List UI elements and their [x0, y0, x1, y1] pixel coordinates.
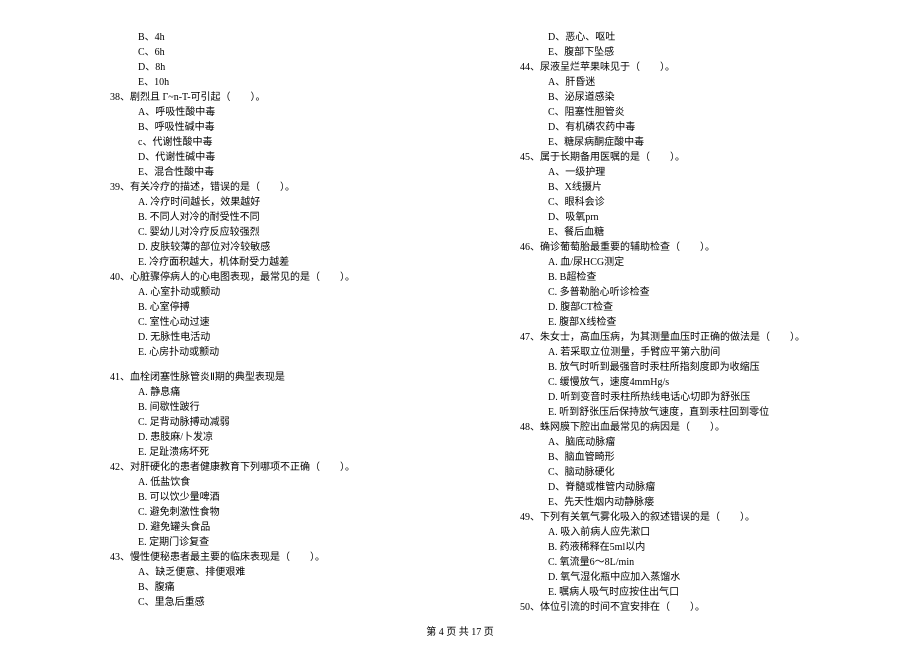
q45-opt-e: E、餐后血糖	[520, 225, 870, 240]
q49-opt-c: C. 氧流量6～8L/min	[520, 555, 870, 570]
q44-opt-d: D、有机磷农药中毒	[520, 120, 870, 135]
q44-opt-b: B、泌尿道感染	[520, 90, 870, 105]
q46-opt-d: D. 腹部CT检查	[520, 300, 870, 315]
q49-opt-a: A. 吸入前病人应先漱口	[520, 525, 870, 540]
q39-opt-c: C. 婴幼儿对冷疗反应较强烈	[110, 225, 460, 240]
q42-opt-c: C. 避免刺激性食物	[110, 505, 460, 520]
q47: 47、朱女士，高血压病，为其测量血压时正确的做法是（ ）。	[520, 330, 870, 345]
q46-opt-a: A. 血/尿HCG测定	[520, 255, 870, 270]
q41-opt-e: E. 足趾溃疡坏死	[110, 445, 460, 460]
q50: 50、体位引流的时间不宜安排在（ ）。	[520, 600, 870, 615]
q43-opt-c: C、里急后重感	[110, 595, 460, 610]
q45-opt-c: C、眼科会诊	[520, 195, 870, 210]
q47-opt-e: E. 听到舒张压后保持放气速度，直到汞柱回到零位	[520, 405, 870, 420]
q45: 45、属于长期备用医嘱的是（ ）。	[520, 150, 870, 165]
q39: 39、有关冷疗的描述，错误的是（ ）。	[110, 180, 460, 195]
q41-opt-c: C. 足背动脉搏动减弱	[110, 415, 460, 430]
q43: 43、慢性便秘患者最主要的临床表现是（ ）。	[110, 550, 460, 565]
q42-opt-d: D. 避免罐头食品	[110, 520, 460, 535]
q38-opt-d: D、代谢性碱中毒	[110, 150, 460, 165]
q38: 38、剧烈且 Γ~n-T-可引起（ ）。	[110, 90, 460, 105]
q48-opt-b: B、脑血管畸形	[520, 450, 870, 465]
q42-opt-a: A. 低盐饮食	[110, 475, 460, 490]
q48-opt-c: C、脑动脉硬化	[520, 465, 870, 480]
q47-opt-b: B. 放气时听到最强音时汞柱所指刻度即为收缩压	[520, 360, 870, 375]
q47-opt-a: A. 若采取立位测量，手臂应平第六肋间	[520, 345, 870, 360]
q45-opt-b: B、X线摄片	[520, 180, 870, 195]
q44-opt-a: A、肝昏迷	[520, 75, 870, 90]
q41: 41、血栓闭塞性脉管炎Ⅱ期的典型表现是	[110, 370, 460, 385]
q47-opt-c: C. 缓慢放气，速度4mmHg/s	[520, 375, 870, 390]
q37-opt-e: E、10h	[110, 75, 460, 90]
q39-opt-a: A. 冷疗时间越长，效果越好	[110, 195, 460, 210]
q37-opt-d: D、8h	[110, 60, 460, 75]
q46-opt-c: C. 多普勒胎心听诊检查	[520, 285, 870, 300]
q42-opt-b: B. 可以饮少量啤酒	[110, 490, 460, 505]
q39-opt-e: E. 冷疗面积越大，机体耐受力越差	[110, 255, 460, 270]
q43-opt-a: A、缺乏便意、排便艰难	[110, 565, 460, 580]
q46-opt-e: E. 腹部X线检查	[520, 315, 870, 330]
q48: 48、蛛网膜下腔出血最常见的病因是（ ）。	[520, 420, 870, 435]
q39-opt-d: D. 皮肤较薄的部位对冷较敏感	[110, 240, 460, 255]
q48-opt-a: A、脑底动脉瘤	[520, 435, 870, 450]
q40-opt-d: D. 无脉性电活动	[110, 330, 460, 345]
q45-opt-a: A、一级护理	[520, 165, 870, 180]
left-column: B、4h C、6h D、8h E、10h 38、剧烈且 Γ~n-T-可引起（ ）…	[110, 30, 460, 615]
q48-opt-e: E、先天性烟内动静脉瘘	[520, 495, 870, 510]
q48-opt-d: D、脊髓或椎管内动脉瘤	[520, 480, 870, 495]
q40-opt-a: A. 心室扑动或颤动	[110, 285, 460, 300]
q49-opt-e: E. 嘱病人吸气时应按住出气口	[520, 585, 870, 600]
q43-opt-d: D、恶心、呕吐	[520, 30, 870, 45]
q47-opt-d: D. 听到变音时汞柱所热线电话心切即为舒张压	[520, 390, 870, 405]
q38-opt-b: B、呼吸性碱中毒	[110, 120, 460, 135]
q44: 44、尿液呈烂苹果味见于（ ）。	[520, 60, 870, 75]
q45-opt-d: D、吸氧prn	[520, 210, 870, 225]
q42: 42、对肝硬化的患者健康教育下列哪项不正确（ ）。	[110, 460, 460, 475]
q42-opt-e: E. 定期门诊复查	[110, 535, 460, 550]
q41-opt-a: A. 静息痛	[110, 385, 460, 400]
q39-opt-b: B. 不同人对冷的耐受性不同	[110, 210, 460, 225]
page-footer: 第 4 页 共 17 页	[0, 623, 920, 638]
q49: 49、下列有关氧气雾化吸入的叙述错误的是（ ）。	[520, 510, 870, 525]
q40-opt-e: E. 心房扑动或颤动	[110, 345, 460, 360]
q44-opt-e: E、糖尿病酮症酸中毒	[520, 135, 870, 150]
q41-opt-b: B. 间歇性跛行	[110, 400, 460, 415]
q40-opt-c: C. 室性心动过速	[110, 315, 460, 330]
right-column: D、恶心、呕吐 E、腹部下坠感 44、尿液呈烂苹果味见于（ ）。 A、肝昏迷 B…	[520, 30, 870, 615]
q38-opt-a: A、呼吸性酸中毒	[110, 105, 460, 120]
q49-opt-d: D. 氧气湿化瓶中应加入蒸馏水	[520, 570, 870, 585]
q49-opt-b: B. 药液稀释在5ml以内	[520, 540, 870, 555]
q37-opt-b: B、4h	[110, 30, 460, 45]
q40: 40、心脏骤停病人的心电图表现，最常见的是（ ）。	[110, 270, 460, 285]
q43-opt-e: E、腹部下坠感	[520, 45, 870, 60]
q46: 46、确诊葡萄胎最重要的辅助检查（ ）。	[520, 240, 870, 255]
q37-opt-c: C、6h	[110, 45, 460, 60]
q41-opt-d: D. 患肢麻/卜发凉	[110, 430, 460, 445]
q46-opt-b: B. B超检查	[520, 270, 870, 285]
q38-opt-c: c、代谢性酸中毒	[110, 135, 460, 150]
q44-opt-c: C、阻塞性胆管炎	[520, 105, 870, 120]
q43-opt-b: B、腹痛	[110, 580, 460, 595]
q40-opt-b: B. 心室停搏	[110, 300, 460, 315]
q38-opt-e: E、混合性酸中毒	[110, 165, 460, 180]
